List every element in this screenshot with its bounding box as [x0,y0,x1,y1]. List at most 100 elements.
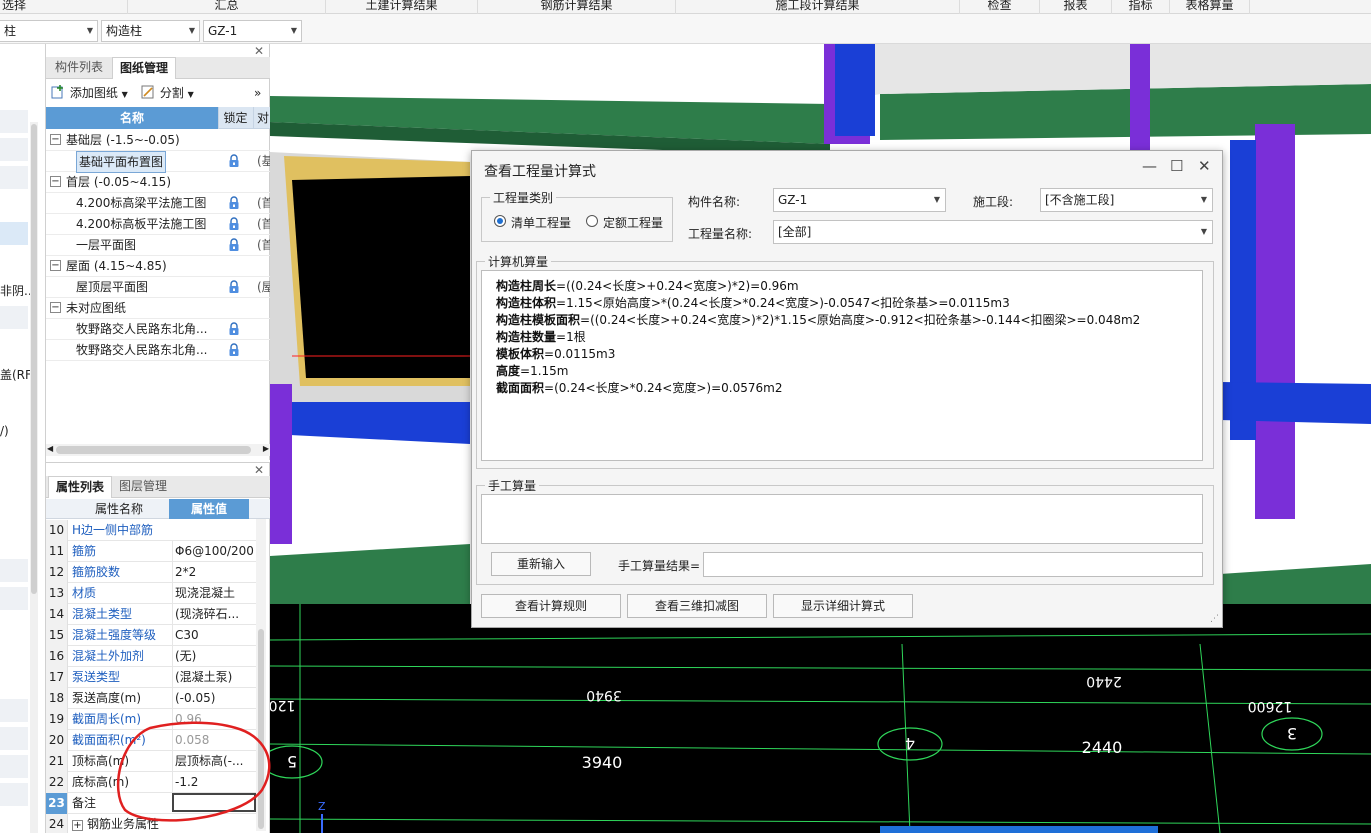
left-nav-row-selected[interactable] [0,222,28,246]
tree-drawing-row[interactable]: 牧野路交人民路东北角... [46,340,270,361]
property-row[interactable]: 17 泵送类型 (混凝土泵) [46,667,256,688]
floor-select[interactable]: 柱 ▼ [0,20,98,42]
collapse-icon[interactable]: − [50,134,61,145]
component-select[interactable]: GZ-1 ▼ [203,20,302,42]
tree-group-row[interactable]: − 屋面 (4.15~4.85) [46,256,270,277]
property-row[interactable]: 19 截面周长(m) 0.96 [46,709,256,730]
ribbon-tab-summary[interactable]: 汇总 [128,0,326,14]
split-button[interactable]: 分割 ▼ [140,84,194,102]
property-row[interactable]: 20 截面面积(m²) 0.058 [46,730,256,751]
collapse-icon[interactable]: − [50,260,61,271]
left-nav-row[interactable] [0,166,28,190]
more-button[interactable]: » [254,84,261,102]
maximize-icon[interactable]: ☐ [1170,157,1183,175]
lock-icon[interactable] [227,343,241,357]
tree-group-row[interactable]: − 首层 (-0.05~4.15) [46,172,270,193]
property-row[interactable]: 16 混凝土外加剂 (无) [46,646,256,667]
left-nav-row[interactable] [0,306,28,330]
radio-bill-quantity[interactable] [494,215,506,227]
add-drawing-button[interactable]: 添加图纸 ▼ [50,84,128,102]
resize-grip-icon[interactable]: ⋰ [1210,614,1219,624]
lock-icon[interactable] [227,154,241,168]
left-nav-row[interactable] [0,727,28,751]
radio-quota-label[interactable]: 定额工程量 [603,214,663,231]
chevron-right-icon[interactable]: ▶ [263,444,269,453]
tab-property-list[interactable]: 属性列表 [48,476,113,498]
lock-icon[interactable] [227,322,241,336]
manual-calc-input[interactable] [481,494,1203,544]
property-value[interactable]: -1.2 [172,772,256,792]
view-calc-rules-button[interactable]: 查看计算规则 [481,594,621,618]
column-header-lock[interactable]: 锁定 [218,107,252,129]
property-row[interactable]: 21 顶标高(m) 层顶标高(-... [46,751,256,772]
property-value[interactable]: 现浇混凝土 [172,583,256,603]
calc-formula-box[interactable]: 构造柱周长=((0.24<长度>+0.24<宽度>)*2)=0.96m 构造柱体… [481,270,1203,461]
quantity-name-select[interactable]: [全部] ▼ [773,220,1213,244]
chevron-left-icon[interactable]: ◀ [47,444,53,453]
tree-group-row[interactable]: − 未对应图纸 [46,298,270,319]
collapse-icon[interactable]: − [50,176,61,187]
property-row[interactable]: 12 箍筋胶数 2*2 [46,562,256,583]
property-row[interactable]: 14 混凝土类型 (现浇碎石... [46,604,256,625]
property-value[interactable]: Φ6@100/200 [172,541,256,561]
section-select[interactable]: [不含施工段] ▼ [1040,188,1213,212]
show-detailed-formula-button[interactable]: 显示详细计算式 [773,594,913,618]
left-nav-row[interactable] [0,110,28,134]
tree-drawing-row[interactable]: 牧野路交人民路东北角... [46,319,270,340]
ribbon-tab-index[interactable]: 指标 [1112,0,1170,14]
ribbon-tab-report[interactable]: 报表 [1040,0,1112,14]
close-icon[interactable]: ✕ [1198,157,1211,175]
ribbon-tab-rebar-results[interactable]: 钢筋计算结果 [478,0,676,14]
close-icon[interactable]: ✕ [254,44,264,58]
property-row[interactable]: 15 混凝土强度等级 C30 [46,625,256,646]
tab-layer-management[interactable]: 图层管理 [112,476,174,498]
property-row[interactable]: 10 H边一侧中部筋 [46,520,256,541]
ribbon-tab-check[interactable]: 检查 [960,0,1040,14]
property-row[interactable]: 13 材质 现浇混凝土 [46,583,256,604]
property-value[interactable]: (现浇碎石... [172,604,256,624]
tree-drawing-row[interactable]: 一层平面图 (首 [46,235,274,256]
property-value[interactable]: 0.058 [172,730,256,750]
lock-icon[interactable] [227,238,241,252]
property-value[interactable] [172,793,256,812]
tree-drawing-row[interactable]: 4.200标高梁平法施工图 (首 [46,193,274,214]
left-strip-scroll-thumb[interactable] [31,124,37,594]
property-value[interactable]: (混凝土泵) [172,667,256,687]
property-scroll-thumb[interactable] [258,629,264,829]
property-row[interactable]: 22 底标高(m) -1.2 [46,772,256,793]
tree-drawing-row[interactable]: 基础平面布置图 (基 [46,151,274,173]
drawing-scroll-thumb[interactable] [56,446,251,454]
ribbon-tab-table-quantity[interactable]: 表格算量 [1170,0,1250,14]
lock-icon[interactable] [227,196,241,210]
expand-icon[interactable]: + [72,820,83,831]
property-row[interactable]: 18 泵送高度(m) (-0.05) [46,688,256,709]
left-nav-row[interactable] [0,783,28,807]
property-row[interactable]: 24 + 钢筋业务属性 [46,814,256,833]
property-value[interactable]: C30 [172,625,256,645]
ribbon-tab-select[interactable]: 选择 [0,0,128,14]
tab-component-list[interactable]: 构件列表 [48,57,110,79]
manual-result-field[interactable] [703,552,1203,577]
left-nav-row[interactable] [0,587,28,611]
left-nav-row[interactable] [0,699,28,723]
column-header-name[interactable]: 名称 [46,107,218,129]
radio-bill-label[interactable]: 清单工程量 [511,214,571,231]
type-select[interactable]: 构造柱 ▼ [101,20,200,42]
property-value[interactable]: 层顶标高(-... [172,751,256,771]
left-nav-row[interactable] [0,138,28,162]
lock-icon[interactable] [227,280,241,294]
property-row[interactable]: 23 备注 [46,793,256,814]
collapse-icon[interactable]: − [50,302,61,313]
column-header-extra[interactable]: 对 [253,107,270,129]
ribbon-tab-civil-results[interactable]: 土建计算结果 [326,0,478,14]
property-value[interactable]: 0.96 [172,709,256,729]
ribbon-tab-section-results[interactable]: 施工段计算结果 [676,0,960,14]
view-3d-deduction-button[interactable]: 查看三维扣减图 [627,594,767,618]
tree-drawing-row[interactable]: 4.200标高板平法施工图 (首 [46,214,274,235]
lock-icon[interactable] [227,217,241,231]
tab-drawing-management[interactable]: 图纸管理 [112,57,177,79]
radio-quota-quantity[interactable] [586,215,598,227]
tree-drawing-row[interactable]: 屋顶层平面图 (屋 [46,277,274,298]
drawing-horizontal-scrollbar[interactable]: ◀ ▶ [46,444,270,456]
property-scrollbar[interactable] [256,519,266,831]
